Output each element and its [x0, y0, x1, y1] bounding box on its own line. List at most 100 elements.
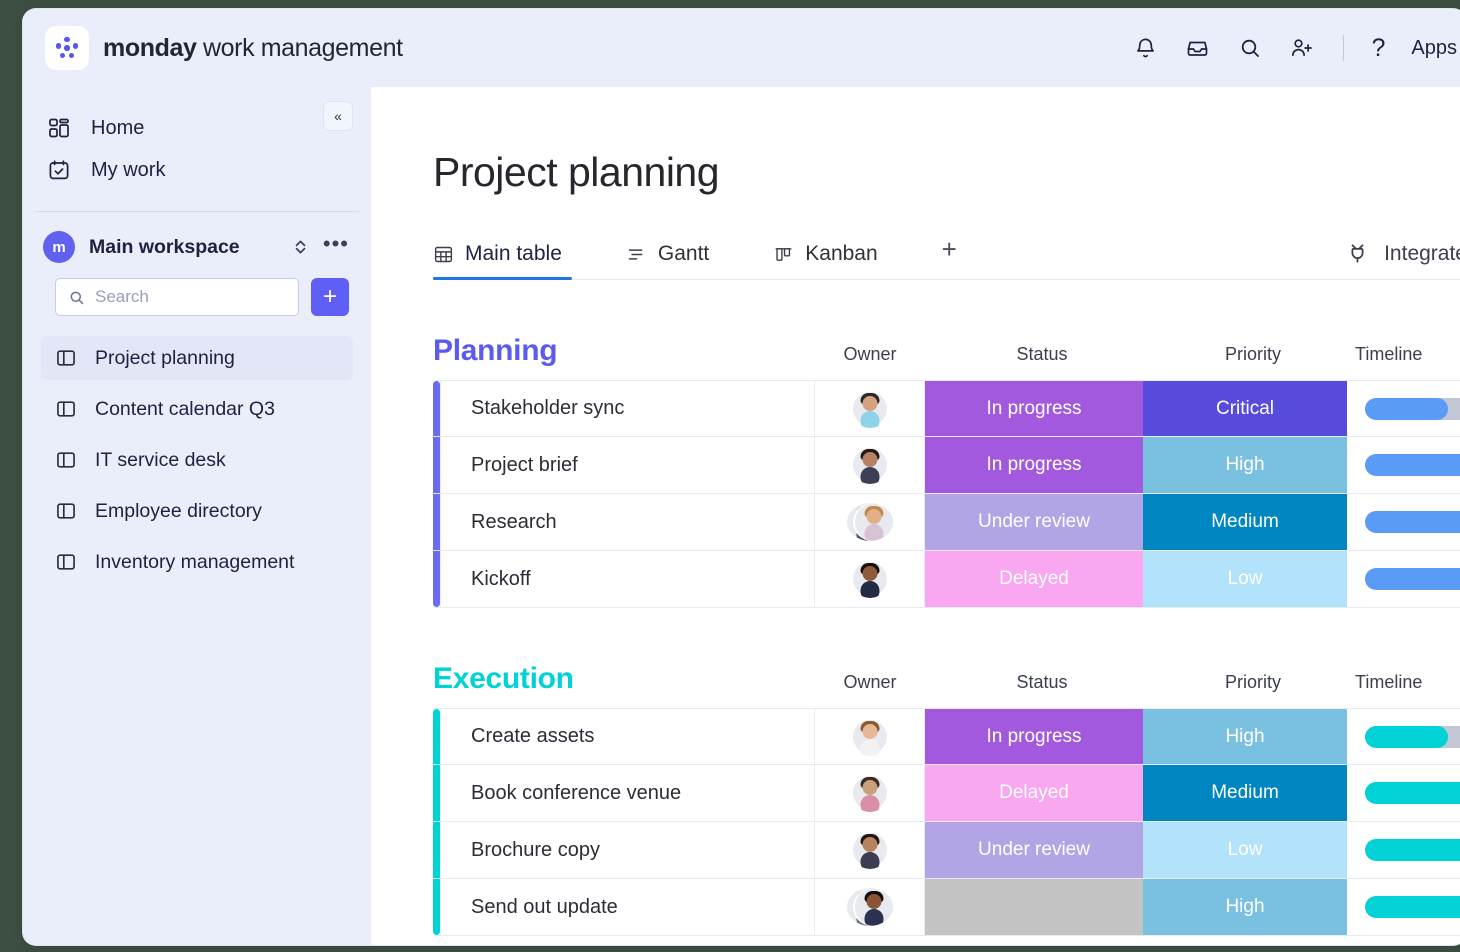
sidebar-board-project-planning[interactable]: Project planning	[41, 336, 353, 380]
tab-kanban[interactable]: Kanban	[773, 242, 887, 279]
cell-priority[interactable]: Low	[1143, 551, 1347, 607]
cell-status[interactable]: In progress	[925, 709, 1143, 764]
invite-member-icon[interactable]	[1289, 35, 1315, 61]
cell-timeline[interactable]	[1347, 709, 1460, 764]
integrate-button[interactable]: Integrate	[1345, 241, 1460, 266]
search-icon	[68, 289, 85, 306]
row-accent	[433, 551, 440, 607]
sidebar-item-home[interactable]: Home	[35, 107, 359, 149]
cell-timeline[interactable]	[1347, 822, 1460, 878]
cell-status[interactable]: Under review	[925, 494, 1143, 550]
cell-item-name[interactable]: Send out update	[440, 879, 815, 935]
cell-owner[interactable]	[815, 709, 925, 764]
column-header-priority[interactable]: Priority	[1151, 344, 1355, 365]
board-icon	[55, 551, 77, 573]
group-title[interactable]: Planning	[433, 334, 558, 368]
avatar-person-4[interactable]	[850, 717, 889, 756]
cell-timeline[interactable]	[1347, 765, 1460, 821]
cell-item-name[interactable]: Create assets	[440, 709, 815, 764]
cell-item-name[interactable]: Kickoff	[440, 551, 815, 607]
add-board-button[interactable]: +	[311, 278, 349, 316]
sidebar-board-it-service-desk[interactable]: IT service desk	[41, 438, 353, 482]
cell-timeline[interactable]	[1347, 879, 1460, 935]
cell-item-name[interactable]: Book conference venue	[440, 765, 815, 821]
cell-owner[interactable]	[815, 381, 925, 436]
timeline-track	[1365, 725, 1460, 748]
column-header-timeline[interactable]: Timeline	[1355, 344, 1460, 365]
timeline-fill	[1365, 397, 1448, 420]
workspace-more-button[interactable]: •••	[323, 233, 349, 255]
search-input[interactable]	[95, 287, 286, 307]
cell-owner[interactable]	[815, 494, 925, 550]
cell-priority[interactable]: Low	[1143, 822, 1347, 878]
cell-item-name[interactable]: Brochure copy	[440, 822, 815, 878]
cell-timeline[interactable]	[1347, 494, 1460, 550]
table-row[interactable]: Book conference venue Delayed Medium	[433, 765, 1460, 822]
cell-status[interactable]: Delayed	[925, 765, 1143, 821]
avatar-person-pair-2[interactable]	[846, 888, 893, 926]
inbox-icon[interactable]	[1185, 35, 1211, 61]
avatar-person-3[interactable]	[850, 560, 889, 598]
notifications-bell-icon[interactable]	[1133, 35, 1159, 61]
group-title[interactable]: Execution	[433, 662, 574, 696]
brand[interactable]: monday work management	[23, 26, 403, 70]
cell-priority[interactable]: High	[1143, 879, 1347, 935]
cell-timeline[interactable]	[1347, 437, 1460, 493]
sidebar-board-content-calendar-q3[interactable]: Content calendar Q3	[41, 387, 353, 431]
column-header-priority[interactable]: Priority	[1151, 672, 1355, 693]
workspace-selector[interactable]: m Main workspace •••	[23, 230, 371, 264]
cell-timeline[interactable]	[1347, 381, 1460, 436]
table-row[interactable]: Brochure copy Under review Low	[433, 822, 1460, 879]
cell-priority[interactable]: Medium	[1143, 494, 1347, 550]
cell-status[interactable]: Under review	[925, 822, 1143, 878]
cell-status[interactable]	[925, 879, 1143, 935]
sidebar-board-employee-directory[interactable]: Employee directory	[41, 489, 353, 533]
avatar-person-5[interactable]	[850, 774, 889, 812]
cell-owner[interactable]	[815, 879, 925, 935]
cell-owner[interactable]	[815, 765, 925, 821]
avatar-person-6[interactable]	[850, 831, 889, 869]
column-header-owner[interactable]: Owner	[815, 344, 925, 365]
help-icon[interactable]: ?	[1372, 35, 1386, 61]
avatar-person-pair-1[interactable]	[846, 503, 893, 541]
cell-item-name[interactable]: Research	[440, 494, 815, 550]
table-row[interactable]: Create assets In progress High	[433, 708, 1460, 765]
timeline-track	[1365, 397, 1460, 420]
column-header-status[interactable]: Status	[933, 344, 1151, 365]
search-icon[interactable]	[1237, 35, 1263, 61]
table-row[interactable]: Kickoff Delayed Low	[433, 551, 1460, 608]
table-row[interactable]: Send out update High	[433, 879, 1460, 936]
apps-button[interactable]: Apps	[1411, 37, 1457, 60]
avatar-person-1[interactable]	[850, 389, 889, 428]
cell-item-name[interactable]: Stakeholder sync	[440, 381, 815, 436]
cell-timeline[interactable]	[1347, 551, 1460, 607]
cell-priority[interactable]: Medium	[1143, 765, 1347, 821]
avatar-person-2[interactable]	[850, 446, 889, 484]
search-box[interactable]	[55, 278, 299, 316]
collapse-sidebar-button[interactable]: «	[323, 101, 353, 131]
column-header-status[interactable]: Status	[933, 672, 1151, 693]
cell-priority[interactable]: High	[1143, 437, 1347, 493]
cell-owner[interactable]	[815, 437, 925, 493]
cell-priority[interactable]: High	[1143, 709, 1347, 764]
cell-status[interactable]: Delayed	[925, 551, 1143, 607]
cell-status[interactable]: In progress	[925, 437, 1143, 493]
board-icon	[55, 500, 77, 522]
cell-owner[interactable]	[815, 822, 925, 878]
column-header-timeline[interactable]: Timeline	[1355, 672, 1460, 693]
row-accent	[433, 879, 440, 935]
cell-priority[interactable]: Critical	[1143, 381, 1347, 436]
table-row[interactable]: Project brief In progress High	[433, 437, 1460, 494]
cell-item-name[interactable]: Project brief	[440, 437, 815, 493]
tab-main-table[interactable]: Main table	[433, 242, 572, 280]
chevron-updown-icon[interactable]	[292, 235, 309, 259]
column-header-owner[interactable]: Owner	[815, 672, 925, 693]
sidebar-item-my-work[interactable]: My work	[35, 149, 359, 191]
table-row[interactable]: Research Under review Medium	[433, 494, 1460, 551]
sidebar-board-inventory-management[interactable]: Inventory management	[41, 540, 353, 584]
tab-gantt[interactable]: Gantt	[626, 242, 719, 279]
cell-owner[interactable]	[815, 551, 925, 607]
table-row[interactable]: Stakeholder sync In progress Critical	[433, 380, 1460, 437]
add-view-button[interactable]: +	[942, 234, 957, 279]
cell-status[interactable]: In progress	[925, 381, 1143, 436]
